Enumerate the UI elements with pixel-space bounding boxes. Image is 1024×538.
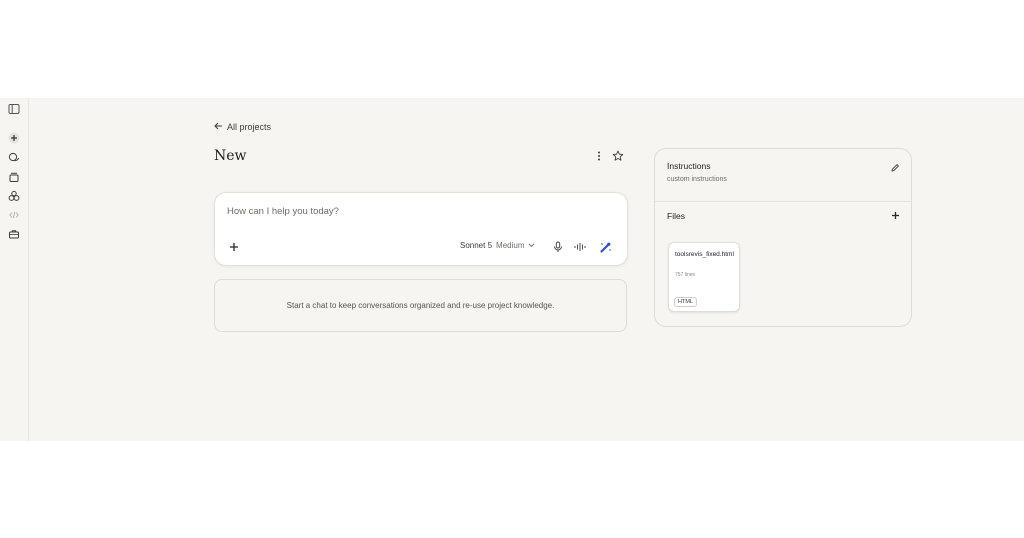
- instructions-title: Instructions: [667, 161, 711, 171]
- file-name: toolsrevis_fixed.html: [675, 251, 734, 258]
- code-icon[interactable]: [7, 208, 21, 222]
- chat-composer: How can I help you today? Sonnet 5 Mediu…: [214, 192, 628, 266]
- artifacts-icon[interactable]: [7, 189, 21, 203]
- sidebar-toggle-icon[interactable]: [7, 102, 21, 116]
- star-icon[interactable]: [612, 150, 624, 162]
- arrow-left-icon: [214, 122, 223, 132]
- microphone-icon[interactable]: [551, 240, 565, 254]
- chats-icon[interactable]: [7, 151, 21, 165]
- plus-icon: [891, 207, 900, 225]
- app-window: All projects New How can I help you toda…: [0, 98, 1024, 441]
- sidebar-rail: [0, 98, 29, 441]
- back-label: All projects: [227, 122, 272, 132]
- instructions-subtitle: custom instructions: [667, 176, 727, 183]
- page-title: New: [214, 148, 247, 164]
- add-file-button[interactable]: [889, 210, 901, 222]
- file-type-badge: HTML: [674, 297, 697, 307]
- chevron-down-icon: [528, 241, 535, 250]
- edit-icon[interactable]: [889, 162, 901, 174]
- model-level: Medium: [496, 241, 525, 250]
- panel-divider: [655, 201, 911, 202]
- file-card[interactable]: toolsrevis_fixed.html 757 lines HTML: [668, 242, 740, 312]
- message-input[interactable]: How can I help you today?: [227, 206, 339, 217]
- empty-state: Start a chat to keep conversations organ…: [214, 279, 627, 332]
- sparkle-icon[interactable]: [598, 240, 612, 254]
- model-selector[interactable]: Sonnet 5 Medium: [460, 241, 535, 250]
- add-attachment-button[interactable]: [227, 241, 241, 255]
- back-to-projects-link[interactable]: All projects: [214, 122, 271, 132]
- empty-state-text: Start a chat to keep conversations organ…: [286, 301, 555, 310]
- files-title: Files: [667, 211, 685, 221]
- project-knowledge-panel: Instructions custom instructions Files t…: [654, 148, 912, 327]
- new-chat-icon[interactable]: [7, 131, 21, 145]
- more-icon[interactable]: [593, 150, 605, 162]
- plus-icon: [229, 239, 239, 257]
- model-name: Sonnet 5: [460, 241, 493, 250]
- file-lines: 757 lines: [675, 272, 696, 278]
- projects-icon[interactable]: [7, 170, 21, 184]
- briefcase-icon[interactable]: [7, 227, 21, 241]
- voice-icon[interactable]: [573, 240, 587, 254]
